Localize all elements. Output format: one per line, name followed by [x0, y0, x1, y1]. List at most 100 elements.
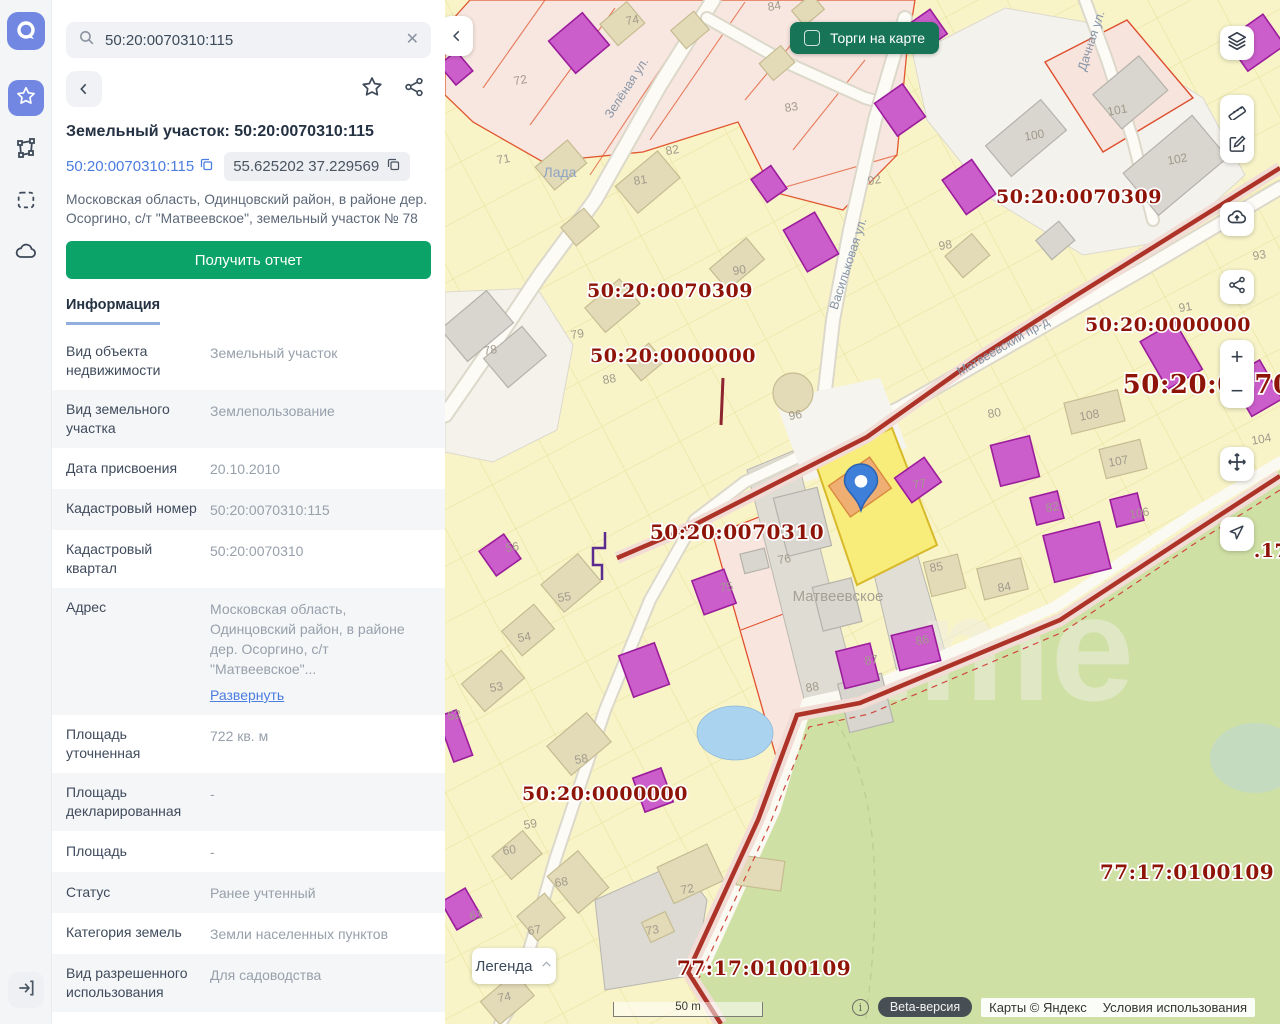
table-row: Вид разрешенного использованияДля садово…	[52, 954, 445, 1012]
page-title: Земельный участок: 50:20:0070310:115	[66, 123, 431, 141]
info-icon[interactable]: i	[852, 999, 869, 1016]
svg-text:80: 80	[987, 405, 1003, 421]
cloud-icon	[14, 240, 38, 269]
checkbox-icon[interactable]	[804, 30, 820, 46]
map-scale-bar: 50 m	[613, 1002, 763, 1017]
svg-text:50:20:0070309: 50:20:0070309	[587, 280, 753, 302]
svg-text:81: 81	[633, 172, 649, 188]
svg-text:50:20:0070309: 50:20:0070309	[996, 186, 1162, 208]
svg-text:93: 93	[1252, 247, 1268, 263]
table-row: Категория земельЗемли населенных пунктов	[52, 913, 445, 954]
upload-button[interactable]	[1220, 202, 1254, 236]
copy-icon[interactable]	[386, 157, 401, 176]
svg-text:77: 77	[912, 476, 928, 492]
map-base-layer: .me	[445, 0, 1280, 1024]
copy-icon[interactable]	[199, 157, 214, 176]
map-canvas[interactable]: .me	[445, 0, 1280, 1024]
cadastral-number-link[interactable]: 50:20:0070310:115	[66, 157, 214, 176]
minus-icon: −	[1231, 378, 1244, 404]
zoom-out-button[interactable]: −	[1220, 374, 1254, 408]
address-text: Московская область, Одинцовский район, в…	[66, 190, 431, 228]
sidebar-item-polygon[interactable]	[8, 132, 44, 168]
svg-text:72: 72	[680, 881, 696, 897]
app-logo-icon[interactable]	[7, 12, 45, 50]
svg-text:.17: .17	[1254, 540, 1280, 562]
svg-text:92: 92	[867, 172, 883, 188]
svg-text:90: 90	[732, 262, 748, 278]
clear-search-icon[interactable]: ✕	[406, 32, 419, 48]
pan-button[interactable]	[1220, 447, 1254, 481]
svg-text:72: 72	[513, 72, 529, 88]
svg-text:50:20:0070310: 50:20:0070310	[1123, 370, 1280, 400]
sidebar-item-favorites[interactable]	[8, 80, 44, 116]
table-row: Площадь уточненная722 кв. м	[52, 715, 445, 773]
chevron-up-icon	[540, 958, 553, 975]
svg-text:73: 73	[645, 922, 661, 938]
svg-text:50:20:0070310: 50:20:0070310	[650, 520, 824, 544]
logout-button[interactable]	[8, 972, 44, 1008]
trades-label: Торги на карте	[830, 30, 925, 46]
star-icon	[15, 85, 37, 112]
back-button[interactable]	[66, 71, 102, 107]
svg-text:98: 98	[938, 237, 954, 253]
search-input[interactable]	[105, 32, 396, 49]
table-row: Площадь декларированная-	[52, 773, 445, 831]
svg-text:91: 91	[1178, 299, 1194, 315]
favorite-button[interactable]	[355, 72, 389, 106]
collapse-panel-button[interactable]	[445, 16, 473, 56]
edit-icon	[1227, 134, 1247, 159]
svg-text:50:20:0000000: 50:20:0000000	[1085, 314, 1251, 336]
zoom-in-button[interactable]: +	[1220, 340, 1254, 374]
svg-text:76: 76	[777, 551, 793, 567]
svg-text:77:17:0100109: 77:17:0100109	[677, 956, 851, 980]
legend-button[interactable]: Легенда	[472, 948, 556, 984]
svg-text:59: 59	[523, 816, 539, 832]
share-button[interactable]	[397, 72, 431, 106]
trades-on-map-toggle[interactable]: Торги на карте	[790, 22, 939, 54]
svg-text:58: 58	[574, 751, 590, 767]
svg-text:85: 85	[929, 559, 945, 575]
terms-link[interactable]: Условия использования	[1103, 1000, 1247, 1015]
layers-icon	[1226, 30, 1248, 57]
table-row: Кадастровый квартал50:20:0070310	[52, 530, 445, 588]
svg-text:87: 87	[864, 652, 880, 668]
table-row: Вид объекта недвижимостиЗемельный участо…	[52, 332, 445, 390]
info-panel: ✕ Земельный участок: 50:20:0070310:115 5…	[52, 0, 445, 1024]
tab-information[interactable]: Информация	[66, 297, 160, 325]
table-row: Площадь-	[52, 831, 445, 872]
svg-text:74: 74	[625, 12, 641, 28]
maps-copyright[interactable]: Карты © Яндекс	[989, 1000, 1087, 1015]
svg-text:84: 84	[997, 579, 1013, 595]
info-table: Вид объекта недвижимостиЗемельный участо…	[52, 332, 445, 1012]
sidebar-item-select-area[interactable]	[8, 184, 44, 220]
svg-text:88: 88	[805, 679, 821, 695]
svg-text:96: 96	[788, 407, 804, 423]
table-row: Дата присвоения20.10.2010	[52, 448, 445, 489]
svg-text:Матвеевское: Матвеевское	[793, 588, 884, 605]
svg-text:Лада: Лада	[544, 164, 577, 180]
share-map-button[interactable]	[1220, 270, 1254, 304]
draw-button[interactable]	[1220, 129, 1254, 163]
address-value: Московская область, Одинцовский район, в…	[210, 601, 405, 677]
map-attribution: i Beta-версия Карты © Яндекс Условия исп…	[852, 997, 1255, 1017]
navigation-arrow-icon	[1227, 522, 1247, 547]
coordinates-chip[interactable]: 55.625202 37.229569	[224, 152, 410, 181]
layers-button[interactable]	[1220, 26, 1254, 60]
expand-link[interactable]: Развернуть	[210, 685, 284, 705]
ruler-button[interactable]	[1220, 95, 1254, 129]
get-report-button[interactable]: Получить отчет	[66, 241, 431, 279]
svg-text:83: 83	[784, 99, 800, 115]
svg-text:84: 84	[767, 0, 783, 14]
scale-label: 50 m	[675, 1001, 701, 1013]
exit-icon	[16, 978, 36, 1003]
sidebar-item-cloud[interactable]	[8, 236, 44, 272]
svg-text:82: 82	[665, 142, 681, 158]
svg-text:61: 61	[469, 907, 485, 923]
svg-text:50:20:0000000: 50:20:0000000	[522, 783, 688, 805]
locate-button[interactable]	[1220, 517, 1254, 551]
legend-label: Легенда	[475, 958, 532, 975]
svg-text:77:17:0100109: 77:17:0100109	[1100, 860, 1274, 884]
svg-text:52: 52	[447, 707, 463, 723]
svg-text:56: 56	[505, 539, 521, 555]
svg-text:71: 71	[496, 151, 512, 167]
